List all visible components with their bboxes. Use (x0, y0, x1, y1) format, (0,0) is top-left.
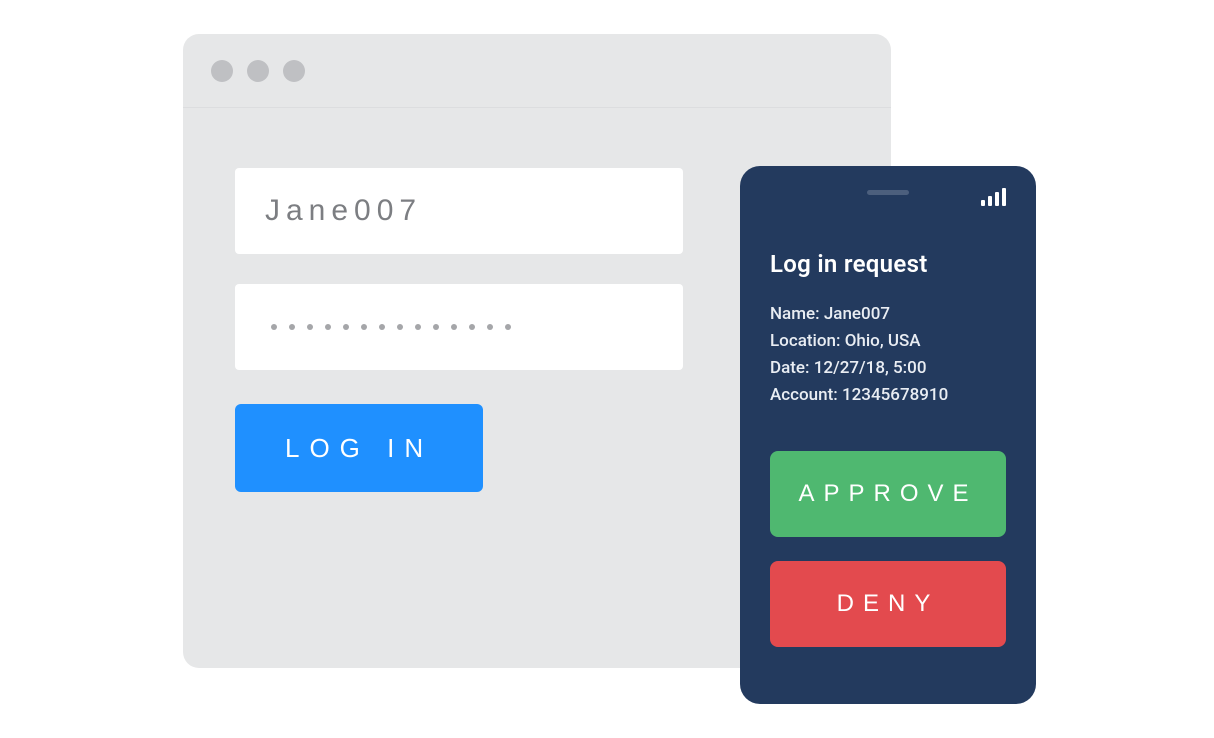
password-dot-icon (397, 324, 403, 330)
password-dot-icon (361, 324, 367, 330)
password-input[interactable] (235, 284, 683, 370)
detail-label: Location: (770, 331, 840, 351)
password-dot-icon (343, 324, 349, 330)
password-dot-icon (415, 324, 421, 330)
phone-action-buttons: APPROVE DENY (770, 451, 1006, 647)
detail-value: 12/27/18, 5:00 (814, 358, 927, 378)
detail-label: Account: (770, 385, 838, 405)
detail-value: 12345678910 (842, 385, 948, 405)
password-dot-icon (469, 324, 475, 330)
password-dot-icon (433, 324, 439, 330)
password-dot-icon (505, 324, 511, 330)
password-dot-icon (487, 324, 493, 330)
password-dot-icon (379, 324, 385, 330)
detail-label: Name: (770, 304, 820, 324)
password-dot-icon (289, 324, 295, 330)
login-button[interactable]: LOG IN (235, 404, 483, 492)
titlebar-dot-icon (247, 60, 269, 82)
username-input[interactable] (235, 168, 683, 254)
request-title: Log in request (770, 250, 1006, 278)
titlebar-dot-icon (211, 60, 233, 82)
password-dot-icon (271, 324, 277, 330)
deny-button[interactable]: DENY (770, 561, 1006, 647)
approve-button[interactable]: APPROVE (770, 451, 1006, 537)
signal-icon (981, 188, 1006, 206)
detail-value: Ohio, USA (845, 331, 921, 351)
password-dot-icon (325, 324, 331, 330)
request-details: Name: Jane007 Location: Ohio, USA Date: … (770, 304, 1006, 405)
phone-speaker-icon (867, 190, 909, 195)
titlebar-dot-icon (283, 60, 305, 82)
detail-location: Location: Ohio, USA (770, 331, 1006, 351)
detail-label: Date: (770, 358, 810, 378)
detail-name: Name: Jane007 (770, 304, 1006, 324)
phone-statusbar (770, 188, 1006, 206)
password-dot-icon (451, 324, 457, 330)
phone-device: Log in request Name: Jane007 Location: O… (740, 166, 1036, 704)
detail-account: Account: 12345678910 (770, 385, 1006, 405)
browser-titlebar (183, 34, 891, 108)
password-dot-icon (307, 324, 313, 330)
detail-date: Date: 12/27/18, 5:00 (770, 358, 1006, 378)
detail-value: Jane007 (824, 304, 890, 324)
